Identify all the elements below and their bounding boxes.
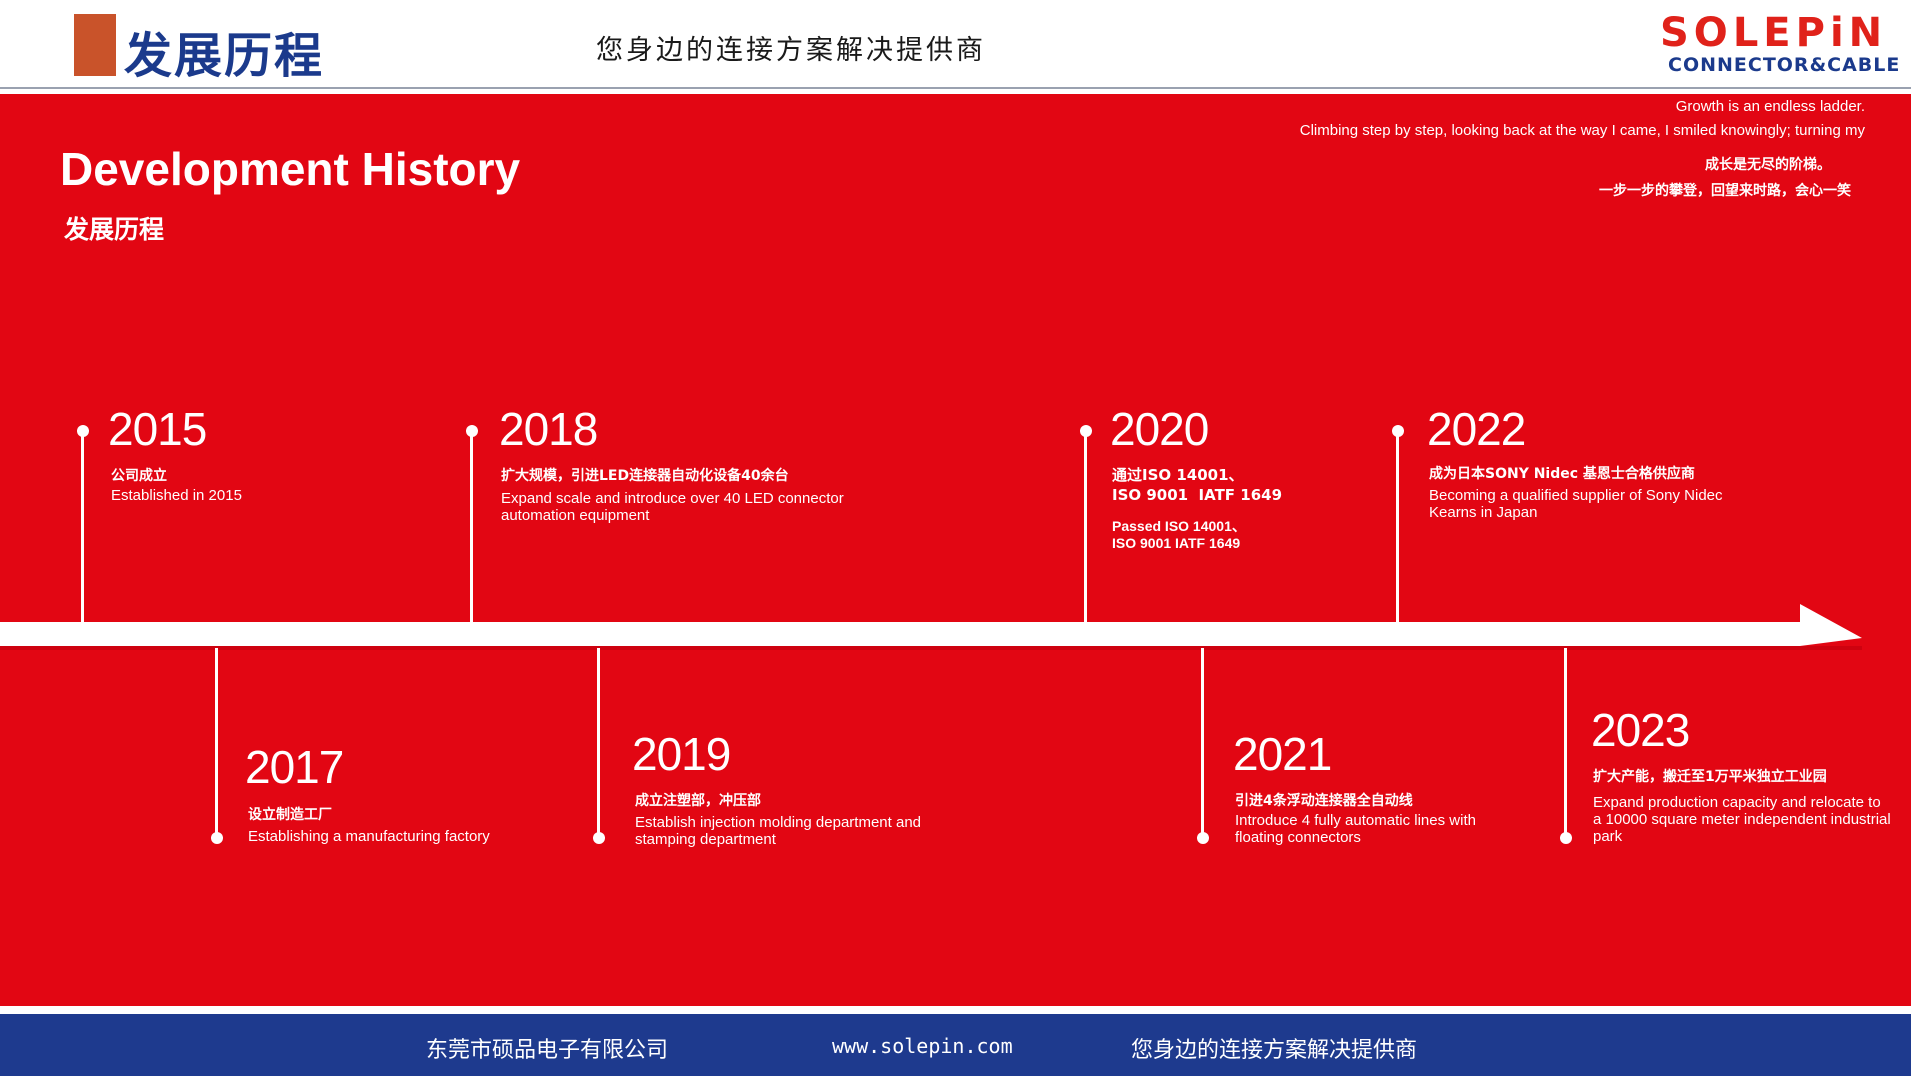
milestone-2023-line (1564, 648, 1567, 838)
header-slogan: 您身边的连接方案解决提供商 The connectivity solution … (596, 23, 1122, 117)
milestone-cn: 扩大产能，搬迁至1万平米独立工业园 (1593, 769, 1827, 785)
milestone-2020-line (1084, 430, 1087, 622)
milestone-2021-line (1201, 648, 1204, 838)
milestone-cn: 成立注塑部，冲压部 (635, 793, 761, 809)
timeline-arrow (0, 604, 1862, 650)
milestone-2022-line (1396, 430, 1399, 622)
milestone-2017-dot (211, 832, 223, 844)
quote-line-cn-2: 一步一步的攀登，回望来时路，会心一笑 (1599, 183, 1851, 199)
history-panel (0, 94, 1911, 1006)
milestone-2018-dot (466, 425, 478, 437)
page-title: 发展历程 (124, 28, 325, 84)
header-divider (0, 87, 1911, 89)
milestone-en: Becoming a qualified supplier of Sony Ni… (1429, 487, 1723, 521)
milestone-year: 2021 (1233, 728, 1332, 780)
milestone-2021-dot (1197, 832, 1209, 844)
page-header: 发展历程 您身边的连接方案解决提供商 The connectivity solu… (0, 0, 1911, 117)
milestone-en: Passed ISO 14001、 ISO 9001 IATF 1649 (1112, 518, 1246, 551)
milestone-2019-dot (593, 832, 605, 844)
header-slogan-cn: 您身边的连接方案解决提供商 (596, 35, 986, 66)
milestone-year: 2019 (632, 728, 731, 780)
milestone-en: Expand scale and introduce over 40 LED c… (501, 490, 844, 524)
quote-line-en-2: Climbing step by step, looking back at t… (1299, 122, 1865, 139)
section-title-cn: 发展历程 (64, 215, 165, 244)
milestone-cn: 通过ISO 14001、 ISO 9001 IATF 1649 (1112, 466, 1283, 504)
milestone-year: 2020 (1110, 403, 1209, 455)
milestone-2020-dot (1080, 425, 1092, 437)
milestone-en: Establishing a manufacturing factory (248, 828, 490, 845)
milestone-en: Established in 2015 (111, 487, 242, 504)
milestone-2017-line (215, 648, 218, 838)
milestone-year: 2017 (245, 741, 344, 793)
milestone-cn: 公司成立 (111, 468, 167, 484)
milestone-2018-line (470, 430, 473, 622)
milestone-2015-dot (77, 425, 89, 437)
milestone-cn: 设立制造工厂 (248, 807, 332, 823)
milestone-2022-dot (1392, 425, 1404, 437)
milestone-en: Introduce 4 fully automatic lines with f… (1235, 812, 1476, 846)
milestone-en: Establish injection molding department a… (635, 814, 922, 848)
company-logo: SOLEPiN (1660, 10, 1888, 56)
milestone-cn: 引进4条浮动连接器全自动线 (1235, 793, 1413, 809)
milestone-year: 2023 (1591, 704, 1690, 756)
footer-company: 东莞市硕品电子有限公司 (426, 1038, 669, 1063)
page-footer: 东莞市硕品电子有限公司 www.solepin.com 您身边的连接方案解决提供… (0, 1014, 1911, 1076)
milestone-cn: 成为日本SONY Nidec 基恩士合格供应商 (1429, 466, 1695, 482)
title-accent-square (74, 14, 116, 76)
timeline-arrow-shadow (0, 646, 1862, 650)
section-title-en: Development History (60, 143, 521, 195)
milestone-2015-line (81, 430, 84, 622)
milestone-year: 2018 (499, 403, 598, 455)
milestone-year: 2015 (108, 403, 207, 455)
quote-line-en-1: Growth is an endless ladder. (1675, 98, 1865, 115)
milestone-year: 2022 (1427, 403, 1526, 455)
footer-website[interactable]: www.solepin.com (832, 1034, 1013, 1058)
quote-line-cn-1: 成长是无尽的阶梯。 (1705, 157, 1831, 173)
timeline-arrow-shape (0, 604, 1862, 646)
footer-slogan: 您身边的连接方案解决提供商 (1131, 1038, 1418, 1063)
milestone-cn: 扩大规模，引进LED连接器自动化设备40余台 (501, 468, 789, 484)
milestone-2023-dot (1560, 832, 1572, 844)
milestone-2019-line (597, 648, 600, 838)
company-logo-subtitle: CONNECTOR&CABLE (1668, 54, 1901, 76)
milestone-en: Expand production capacity and relocate … (1593, 794, 1891, 845)
